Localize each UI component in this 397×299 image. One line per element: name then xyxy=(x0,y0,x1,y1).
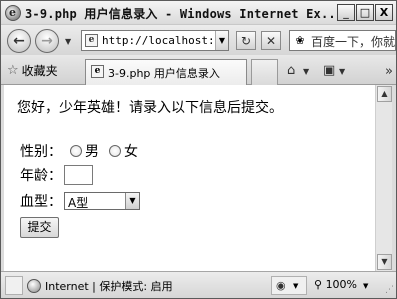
recent-pages-dropdown-icon[interactable]: ▼ xyxy=(65,37,71,46)
resize-grip-icon[interactable]: ⋰ xyxy=(385,285,394,295)
rss-feed-icon[interactable]: ▣ xyxy=(323,63,335,78)
page-icon: e xyxy=(85,34,98,47)
page-icon: e xyxy=(91,65,104,78)
popup-blocker-icon[interactable]: ◉ xyxy=(276,279,286,292)
blood-type-label: 血型： xyxy=(20,194,62,210)
blood-type-value: A型 xyxy=(68,196,89,210)
more-tools-icon[interactable]: » xyxy=(385,64,393,79)
page-content: 您好，少年英雄！请录入以下信息后提交。 性别： 男 女 年龄： 血型： A型 ▼… xyxy=(4,85,375,271)
age-label: 年龄： xyxy=(20,168,62,184)
submit-button[interactable]: 提交 xyxy=(20,217,59,238)
favorites-bar: ☆ 收藏夹 e 3-9.php 用户信息录入 ⌂ ▼ ▣ ▼ » xyxy=(1,55,396,85)
browser-window: e 3-9.php 用户信息录入 - Windows Internet Ex..… xyxy=(0,0,397,299)
status-bar: Internet | 保护模式: 启用 ◉ ▼ ⚲ 100% ▼ ⋰ xyxy=(1,271,396,298)
ie-logo-icon: e xyxy=(5,5,21,21)
zoom-dropdown-icon[interactable]: ▼ xyxy=(363,282,368,290)
feed-dropdown-icon[interactable]: ▼ xyxy=(339,67,345,76)
zoom-control[interactable]: ⚲ 100% xyxy=(314,278,357,291)
internet-globe-icon xyxy=(27,279,41,293)
tab-current-page[interactable]: e 3-9.php 用户信息录入 xyxy=(85,59,247,85)
forward-button[interactable]: → xyxy=(35,29,59,53)
home-icon[interactable]: ⌂ xyxy=(287,63,295,78)
age-input[interactable] xyxy=(64,165,93,185)
age-row: 年龄： xyxy=(20,165,93,185)
greeting-text: 您好，少年英雄！请录入以下信息后提交。 xyxy=(17,100,283,116)
refresh-button[interactable]: ↻ xyxy=(236,31,256,50)
zoom-level: 100% xyxy=(325,278,358,291)
chevron-down-icon[interactable]: ▼ xyxy=(125,193,139,209)
blood-row: 血型： A型 ▼ xyxy=(20,191,140,211)
home-dropdown-icon[interactable]: ▼ xyxy=(303,67,309,76)
window-controls: _ □ X xyxy=(337,4,393,21)
gender-male-label: 男 xyxy=(85,144,99,160)
navigation-bar: ← → ▼ e http://localhost:8 ▼ ↻ ✕ ❀ 百度一下，… xyxy=(1,25,396,55)
back-button[interactable]: ← xyxy=(7,29,31,53)
favorites-star-icon: ☆ xyxy=(7,63,19,78)
forward-arrow-icon: → xyxy=(41,33,53,49)
status-progress-segment xyxy=(5,276,23,295)
stop-icon: ✕ xyxy=(265,33,277,48)
close-button[interactable]: X xyxy=(375,4,393,21)
window-title: 3-9.php 用户信息录入 - Windows Internet Ex... xyxy=(25,7,344,21)
tab-label: 3-9.php 用户信息录入 xyxy=(108,67,220,80)
scroll-up-icon[interactable]: ▲ xyxy=(377,86,392,102)
address-bar[interactable]: e http://localhost:8 ▼ xyxy=(81,30,229,51)
title-bar[interactable]: e 3-9.php 用户信息录入 - Windows Internet Ex..… xyxy=(1,1,396,25)
search-input[interactable]: 百度一下，你就 xyxy=(311,33,395,50)
gender-female-label: 女 xyxy=(124,144,138,160)
scroll-down-icon[interactable]: ▼ xyxy=(377,254,392,270)
gender-male-radio[interactable] xyxy=(70,145,82,157)
baidu-paw-icon: ❀ xyxy=(295,34,305,47)
gender-label: 性别： xyxy=(20,144,62,160)
vertical-scrollbar[interactable]: ▲ ▼ xyxy=(375,85,392,271)
favorites-button[interactable]: ☆ 收藏夹 xyxy=(7,62,58,79)
zoom-magnifier-icon: ⚲ xyxy=(314,278,323,291)
minimize-button[interactable]: _ xyxy=(337,4,355,21)
refresh-icon: ↻ xyxy=(240,33,252,48)
gender-female-radio[interactable] xyxy=(109,145,121,157)
address-dropdown-icon[interactable]: ▼ xyxy=(215,31,228,50)
maximize-button[interactable]: □ xyxy=(356,4,374,21)
new-tab-button[interactable] xyxy=(251,59,278,85)
favorites-label: 收藏夹 xyxy=(21,64,58,78)
search-box[interactable]: ❀ 百度一下，你就 xyxy=(289,30,396,51)
gender-row: 性别： 男 女 xyxy=(20,141,138,161)
back-arrow-icon: ← xyxy=(13,33,25,49)
stop-button[interactable]: ✕ xyxy=(261,31,281,50)
security-zone-text[interactable]: Internet | 保护模式: 启用 xyxy=(45,278,173,294)
blood-type-select[interactable]: A型 ▼ xyxy=(64,192,140,210)
tools-dropdown-icon[interactable]: ▼ xyxy=(293,282,298,290)
address-input[interactable]: http://localhost:8 xyxy=(102,34,214,47)
